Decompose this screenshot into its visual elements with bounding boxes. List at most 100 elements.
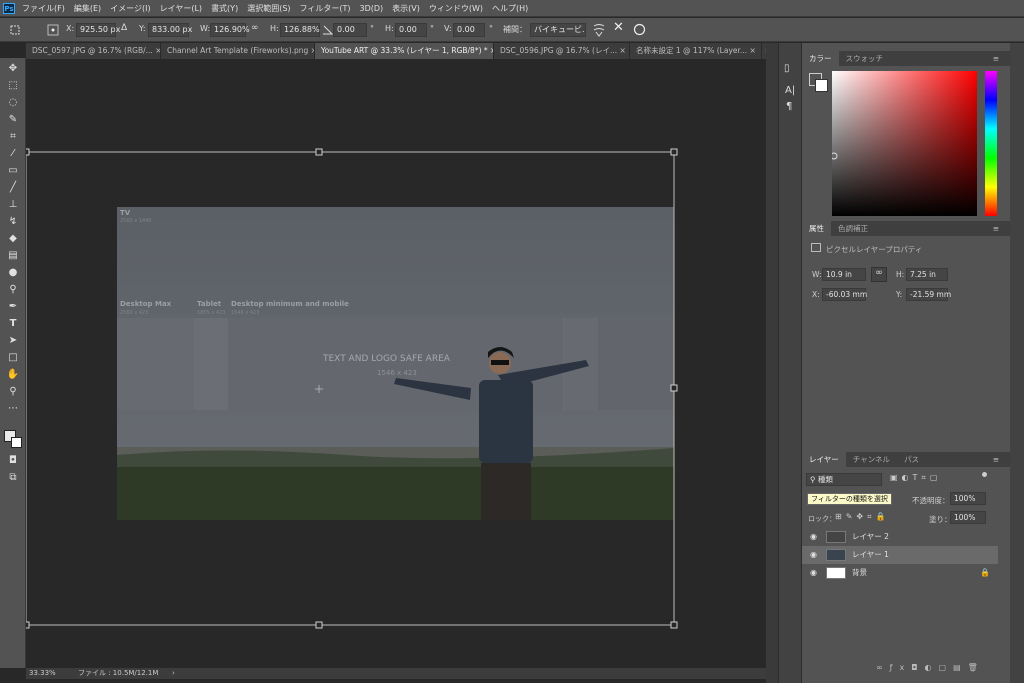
layer-filter-select[interactable]: ⚲ 種類 — [806, 473, 882, 486]
y-input[interactable]: 833.00 px — [148, 23, 192, 37]
transform-tool-icon[interactable] — [8, 24, 22, 36]
screen-mode-icon[interactable]: ⧉ — [5, 471, 21, 485]
lock-icons[interactable]: ⊞✎✥⌗🔒 — [835, 512, 890, 522]
h-input[interactable]: 126.88% — [280, 23, 320, 37]
hue-slider[interactable] — [985, 71, 997, 216]
menu-help[interactable]: ヘルプ(H) — [492, 2, 528, 15]
blur-tool-icon[interactable]: ● — [5, 266, 21, 280]
healing-brush-tool-icon[interactable]: ▭ — [5, 164, 21, 178]
commit-transform-icon[interactable] — [633, 23, 646, 36]
tab-paths[interactable]: パス — [897, 452, 926, 467]
zoom-tool-icon[interactable]: ⚲ — [5, 385, 21, 399]
angle-input[interactable]: 0.00 — [333, 23, 367, 37]
layer-row[interactable]: ◉ 背景 🔒 — [802, 564, 998, 582]
marquee-tool-icon[interactable]: ⬚ — [5, 79, 21, 93]
gradient-tool-icon[interactable]: ▤ — [5, 249, 21, 263]
layer-row-selected[interactable]: ◉ レイヤー 1 — [802, 546, 998, 564]
color-picker-field[interactable] — [832, 71, 977, 216]
tab-close-icon[interactable]: × — [620, 46, 626, 55]
x-input[interactable]: 925.50 px — [76, 23, 120, 37]
zoom-level[interactable]: 33.33% — [29, 668, 56, 679]
filter-toggle-icon[interactable] — [982, 472, 987, 477]
path-select-tool-icon[interactable]: ➤ — [5, 334, 21, 348]
tab-swatches[interactable]: スウォッチ — [839, 51, 891, 66]
reference-point-icon[interactable] — [46, 24, 60, 36]
move-tool-icon[interactable]: ✥ — [5, 62, 21, 76]
filter-search-icon: ⚲ — [810, 475, 818, 484]
menu-edit[interactable]: 編集(E) — [74, 2, 101, 15]
history-panel-icon[interactable]: ▯ — [784, 63, 790, 74]
hskew-unit: ° — [430, 24, 434, 33]
menu-view[interactable]: 表示(V) — [392, 2, 420, 15]
quick-mask-icon[interactable]: ◘ — [5, 454, 21, 468]
lasso-tool-icon[interactable]: ◌ — [5, 96, 21, 110]
crop-tool-icon[interactable]: ⌗ — [5, 130, 21, 144]
options-bar: X: 925.50 px Δ Y: 833.00 px W: 126.90% ∞… — [0, 18, 1024, 42]
visibility-eye-icon[interactable]: ◉ — [810, 528, 817, 546]
layer-filter-icons[interactable]: ▣◐T⌗▢ — [890, 473, 942, 483]
layer-name: 背景 — [852, 568, 867, 577]
prop-x-input[interactable]: -60.03 mm — [822, 288, 867, 301]
menu-image[interactable]: イメージ(I) — [110, 2, 150, 15]
tab-close-icon[interactable]: × — [749, 46, 755, 55]
eyedropper-tool-icon[interactable]: ⁄ — [5, 147, 21, 161]
opacity-input[interactable]: 100% — [950, 492, 986, 505]
fill-input[interactable]: 100% — [950, 511, 986, 524]
prop-link-icon[interactable]: ∞ — [871, 267, 887, 282]
w-input[interactable]: 126.90% — [210, 23, 250, 37]
menu-file[interactable]: ファイル(F) — [22, 2, 65, 15]
tab-untitled[interactable]: 名称未設定 1 @ 117% (Layer... × — [630, 43, 762, 59]
eraser-tool-icon[interactable]: ◆ — [5, 232, 21, 246]
hskew-input[interactable]: 0.00 — [395, 23, 427, 37]
prop-w-input[interactable]: 10.9 in — [822, 268, 866, 281]
tab-youtube-art[interactable]: YouTube ART @ 33.3% (レイヤー 1, RGB/8*) * × — [315, 43, 494, 59]
status-menu-arrow-icon[interactable]: › — [172, 668, 175, 679]
tab-properties[interactable]: 属性 — [802, 221, 831, 236]
tab-dsc0596[interactable]: DSC_0596.JPG @ 16.7% (レイ... × — [494, 43, 630, 59]
tab-layers[interactable]: レイヤー — [802, 452, 846, 467]
vskew-input[interactable]: 0.00 — [453, 23, 485, 37]
background-color-swatch[interactable] — [11, 437, 22, 448]
tab-channels[interactable]: チャンネル — [846, 452, 897, 467]
link-icon[interactable]: ∞ — [251, 23, 259, 33]
menu-type[interactable]: 書式(Y) — [211, 2, 238, 15]
prop-y-input[interactable]: -21.59 mm — [906, 288, 951, 301]
visibility-eye-icon[interactable]: ◉ — [810, 546, 817, 564]
paragraph-panel-icon[interactable]: ¶ — [786, 101, 792, 112]
color-panel-menu-icon[interactable]: ≡ — [986, 51, 1006, 66]
tab-color[interactable]: カラー — [802, 51, 839, 66]
cancel-transform-icon[interactable]: ✕ — [613, 20, 624, 35]
rectangle-tool-icon[interactable]: □ — [5, 351, 21, 365]
layers-footer-icons[interactable]: ∞ƒx◘◐▢▤🗑 — [876, 663, 985, 672]
warp-icon[interactable] — [592, 23, 606, 37]
more-tools-icon[interactable]: ⋯ — [5, 402, 21, 416]
clone-stamp-tool-icon[interactable]: ⊥ — [5, 198, 21, 212]
color-bg-swatch[interactable] — [815, 79, 828, 92]
delta-icon[interactable]: Δ — [121, 23, 127, 33]
properties-panel-menu-icon[interactable]: ≡ — [986, 221, 1006, 236]
layer-row[interactable]: ◉ レイヤー 2 — [802, 528, 998, 546]
layers-panel-menu-icon[interactable]: ≡ — [986, 452, 1006, 467]
menu-3d[interactable]: 3D(D) — [360, 2, 384, 15]
tab-adjustments[interactable]: 色調補正 — [831, 221, 875, 236]
document-canvas[interactable] — [26, 60, 766, 668]
menu-select[interactable]: 選択範囲(S) — [247, 2, 290, 15]
prop-h-input[interactable]: 7.25 in — [906, 268, 948, 281]
menu-window[interactable]: ウィンドウ(W) — [429, 2, 483, 15]
brush-tool-icon[interactable]: ╱ — [5, 181, 21, 195]
quick-select-tool-icon[interactable]: ✎ — [5, 113, 21, 127]
interpolation-select[interactable]: バイキュービ... — [530, 23, 586, 37]
menu-filter[interactable]: フィルター(T) — [300, 2, 351, 15]
character-panel-icon[interactable]: A| — [785, 85, 795, 96]
hand-tool-icon[interactable]: ✋ — [5, 368, 21, 382]
type-tool-icon[interactable]: T — [5, 317, 21, 331]
tab-dsc0597[interactable]: DSC_0597.JPG @ 16.7% (RGB/... × — [26, 43, 161, 59]
visibility-eye-icon[interactable]: ◉ — [810, 564, 817, 582]
dodge-tool-icon[interactable]: ⚲ — [5, 283, 21, 297]
tab-channel-art[interactable]: Channel Art Template (Fireworks).png × — [161, 43, 315, 59]
pen-tool-icon[interactable]: ✒ — [5, 300, 21, 314]
canvas-area[interactable]: TV 2560 x 1440 Desktop Max 2560 x 423 Ta… — [26, 60, 766, 668]
history-brush-tool-icon[interactable]: ↯ — [5, 215, 21, 229]
tools-panel: ✥ ⬚ ◌ ✎ ⌗ ⁄ ▭ ╱ ⊥ ↯ ◆ ▤ ● ⚲ ✒ T ➤ □ ✋ ⚲ … — [0, 58, 26, 668]
menu-layer[interactable]: レイヤー(L) — [160, 2, 202, 15]
